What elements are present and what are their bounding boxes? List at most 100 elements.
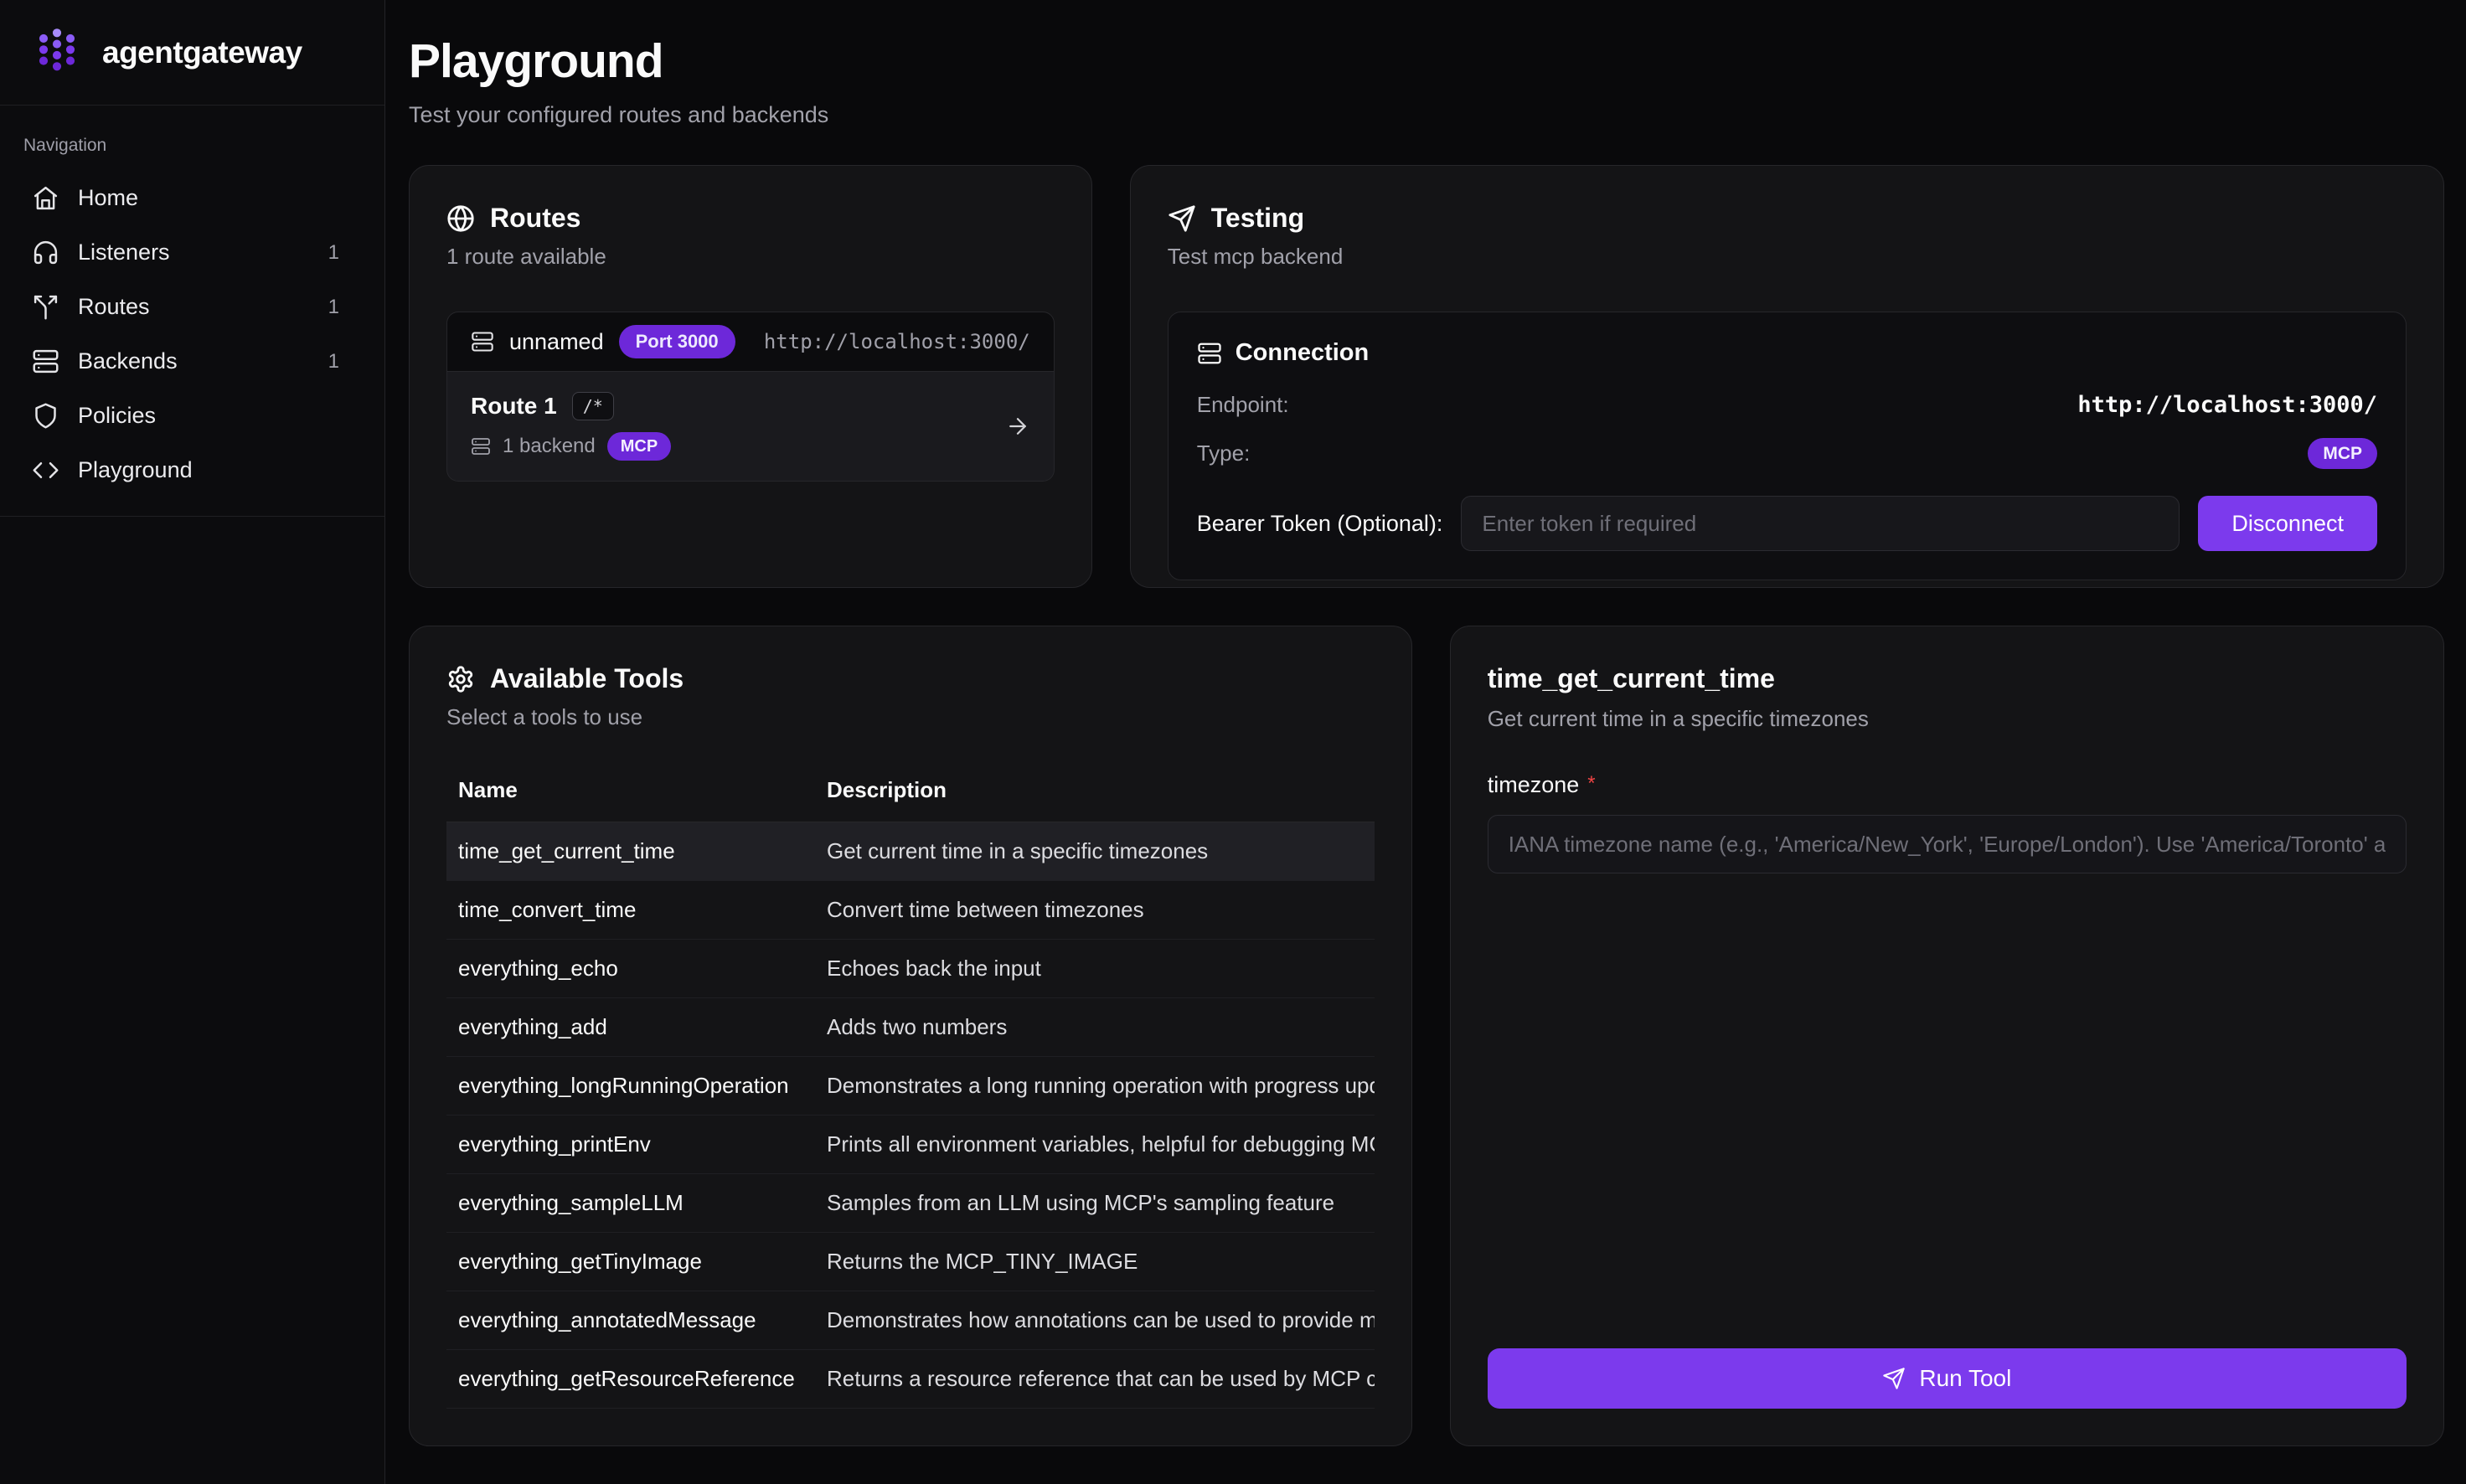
sidebar-item-label: Listeners xyxy=(78,240,310,265)
tool-description: Returns the MCP_TINY_IMAGE xyxy=(815,1233,1375,1291)
server-icon xyxy=(471,330,494,353)
tool-description: Convert time between timezones xyxy=(815,881,1375,940)
route-item[interactable]: Route 1 /* 1 backend MCP xyxy=(446,372,1055,482)
tool-row[interactable]: time_convert_time Convert time between t… xyxy=(446,881,1375,940)
tool-row[interactable]: everything_sampleLLM Samples from an LLM… xyxy=(446,1174,1375,1233)
tools-card-subtitle: Select a tools to use xyxy=(446,704,1375,730)
sidebar-item-label: Routes xyxy=(78,294,310,320)
headphones-icon xyxy=(32,239,59,266)
sidebar-item-badge: 1 xyxy=(328,296,339,319)
sidebar-item-backends[interactable]: Backends 1 xyxy=(12,334,373,389)
sidebar: agentgateway Navigation Home Listeners 1… xyxy=(0,0,385,1484)
shield-icon xyxy=(32,402,59,430)
sidebar-item-badge: 1 xyxy=(328,241,339,265)
send-icon xyxy=(1882,1367,1906,1390)
tool-row[interactable]: everything_annotatedMessage Demonstrates… xyxy=(446,1291,1375,1350)
page-subtitle: Test your configured routes and backends xyxy=(409,102,2444,128)
route-name: Route 1 xyxy=(471,393,557,420)
send-icon xyxy=(1168,204,1196,233)
sidebar-item-routes[interactable]: Routes 1 xyxy=(12,280,373,334)
disconnect-button[interactable]: Disconnect xyxy=(2198,496,2377,551)
tools-card-title: Available Tools xyxy=(490,663,684,694)
sidebar-item-label: Policies xyxy=(78,403,353,429)
tool-description: Adds two numbers xyxy=(815,998,1375,1057)
sidebar-nav: Home Listeners 1 Routes 1 Backends 1 Pol… xyxy=(12,171,373,497)
endpoint-value: http://localhost:3000/ xyxy=(2077,392,2377,418)
connection-title: Connection xyxy=(1236,339,1370,367)
tool-name: everything_getResourceReference xyxy=(446,1350,815,1409)
connection-type-badge: MCP xyxy=(2308,438,2377,469)
connection-panel: Connection Endpoint: http://localhost:30… xyxy=(1168,312,2407,580)
tool-name: everything_echo xyxy=(446,940,815,998)
tool-name: everything_add xyxy=(446,998,815,1057)
tool-name: everything_sampleLLM xyxy=(446,1174,815,1233)
tool-name: everything_longRunningOperation xyxy=(446,1057,815,1116)
tool-runner-subtitle: Get current time in a specific timezones xyxy=(1488,706,2407,732)
tool-row[interactable]: everything_add Adds two numbers xyxy=(446,998,1375,1057)
tool-row[interactable]: time_get_current_time Get current time i… xyxy=(446,822,1375,881)
tool-row[interactable]: everything_getResourceReference Returns … xyxy=(446,1350,1375,1409)
tool-row[interactable]: everything_echo Echoes back the input xyxy=(446,940,1375,998)
port-badge: Port 3000 xyxy=(619,325,735,358)
available-tools-card: Available Tools Select a tools to use Na… xyxy=(409,626,1412,1446)
listener-name: unnamed xyxy=(509,329,604,355)
endpoint-label: Endpoint: xyxy=(1197,392,1289,418)
sidebar-item-label: Backends xyxy=(78,348,310,374)
brand-name: agentgateway xyxy=(102,35,302,70)
sidebar-item-playground[interactable]: Playground xyxy=(12,443,373,497)
testing-card-title: Testing xyxy=(1211,203,1304,234)
tools-table-body: time_get_current_time Get current time i… xyxy=(446,822,1375,1409)
server-icon xyxy=(32,348,59,375)
sidebar-nav-section: Navigation Home Listeners 1 Routes 1 Bac… xyxy=(0,106,384,517)
nav-section-label: Navigation xyxy=(23,136,373,156)
column-header-name: Name xyxy=(446,765,815,822)
gear-icon xyxy=(446,665,475,693)
testing-card: Testing Test mcp backend Connection Endp… xyxy=(1130,165,2444,588)
globe-icon xyxy=(446,204,475,233)
tool-name: everything_getTinyImage xyxy=(446,1233,815,1291)
tool-row[interactable]: everything_longRunningOperation Demonstr… xyxy=(446,1057,1375,1116)
routes-card-subtitle: 1 route available xyxy=(446,244,1055,270)
sidebar-item-badge: 1 xyxy=(328,350,339,374)
routes-card-title: Routes xyxy=(490,203,580,234)
app-root: agentgateway Navigation Home Listeners 1… xyxy=(0,0,2466,1484)
tool-name: everything_printEnv xyxy=(446,1116,815,1174)
listener-row: unnamed Port 3000 http://localhost:3000/ xyxy=(446,312,1055,372)
sidebar-item-label: Playground xyxy=(78,457,353,483)
route-type-badge: MCP xyxy=(607,432,671,461)
bearer-token-label: Bearer Token (Optional): xyxy=(1197,511,1443,537)
bearer-token-input[interactable] xyxy=(1461,496,2180,551)
tool-name: time_get_current_time xyxy=(446,822,815,881)
page-title: Playground xyxy=(409,33,2444,89)
sidebar-item-label: Home xyxy=(78,185,353,211)
column-header-description: Description xyxy=(815,765,1375,822)
listener-url: http://localhost:3000/ xyxy=(764,330,1030,353)
server-icon xyxy=(1197,341,1222,366)
tool-description: Samples from an LLM using MCP's sampling… xyxy=(815,1174,1375,1233)
type-label: Type: xyxy=(1197,441,1251,466)
run-tool-button[interactable]: Run Tool xyxy=(1488,1348,2407,1409)
tool-description: Prints all environment variables, helpfu… xyxy=(815,1116,1375,1174)
timezone-input[interactable] xyxy=(1488,815,2407,873)
route-backend-count: 1 backend xyxy=(503,435,596,458)
testing-card-subtitle: Test mcp backend xyxy=(1168,244,2407,270)
agentgateway-logo-icon xyxy=(30,26,84,80)
split-icon xyxy=(32,293,59,321)
tool-description: Demonstrates how annotations can be used… xyxy=(815,1291,1375,1350)
arrow-right-icon xyxy=(1005,414,1030,439)
tool-description: Returns a resource reference that can be… xyxy=(815,1350,1375,1409)
tool-description: Demonstrates a long running operation wi… xyxy=(815,1057,1375,1116)
sidebar-item-listeners[interactable]: Listeners 1 xyxy=(12,225,373,280)
tool-row[interactable]: everything_getTinyImage Returns the MCP_… xyxy=(446,1233,1375,1291)
tool-runner-title: time_get_current_time xyxy=(1488,663,2407,694)
sidebar-item-policies[interactable]: Policies xyxy=(12,389,373,443)
home-icon xyxy=(32,184,59,212)
tools-table: Name Description time_get_current_time G… xyxy=(446,765,1375,1409)
tool-description: Get current time in a specific timezones xyxy=(815,822,1375,881)
route-path-badge: /* xyxy=(572,392,614,420)
tool-row[interactable]: everything_printEnv Prints all environme… xyxy=(446,1116,1375,1174)
sidebar-item-home[interactable]: Home xyxy=(12,171,373,225)
code-icon xyxy=(32,456,59,484)
tool-name: time_convert_time xyxy=(446,881,815,940)
run-tool-label: Run Tool xyxy=(1919,1365,2011,1392)
